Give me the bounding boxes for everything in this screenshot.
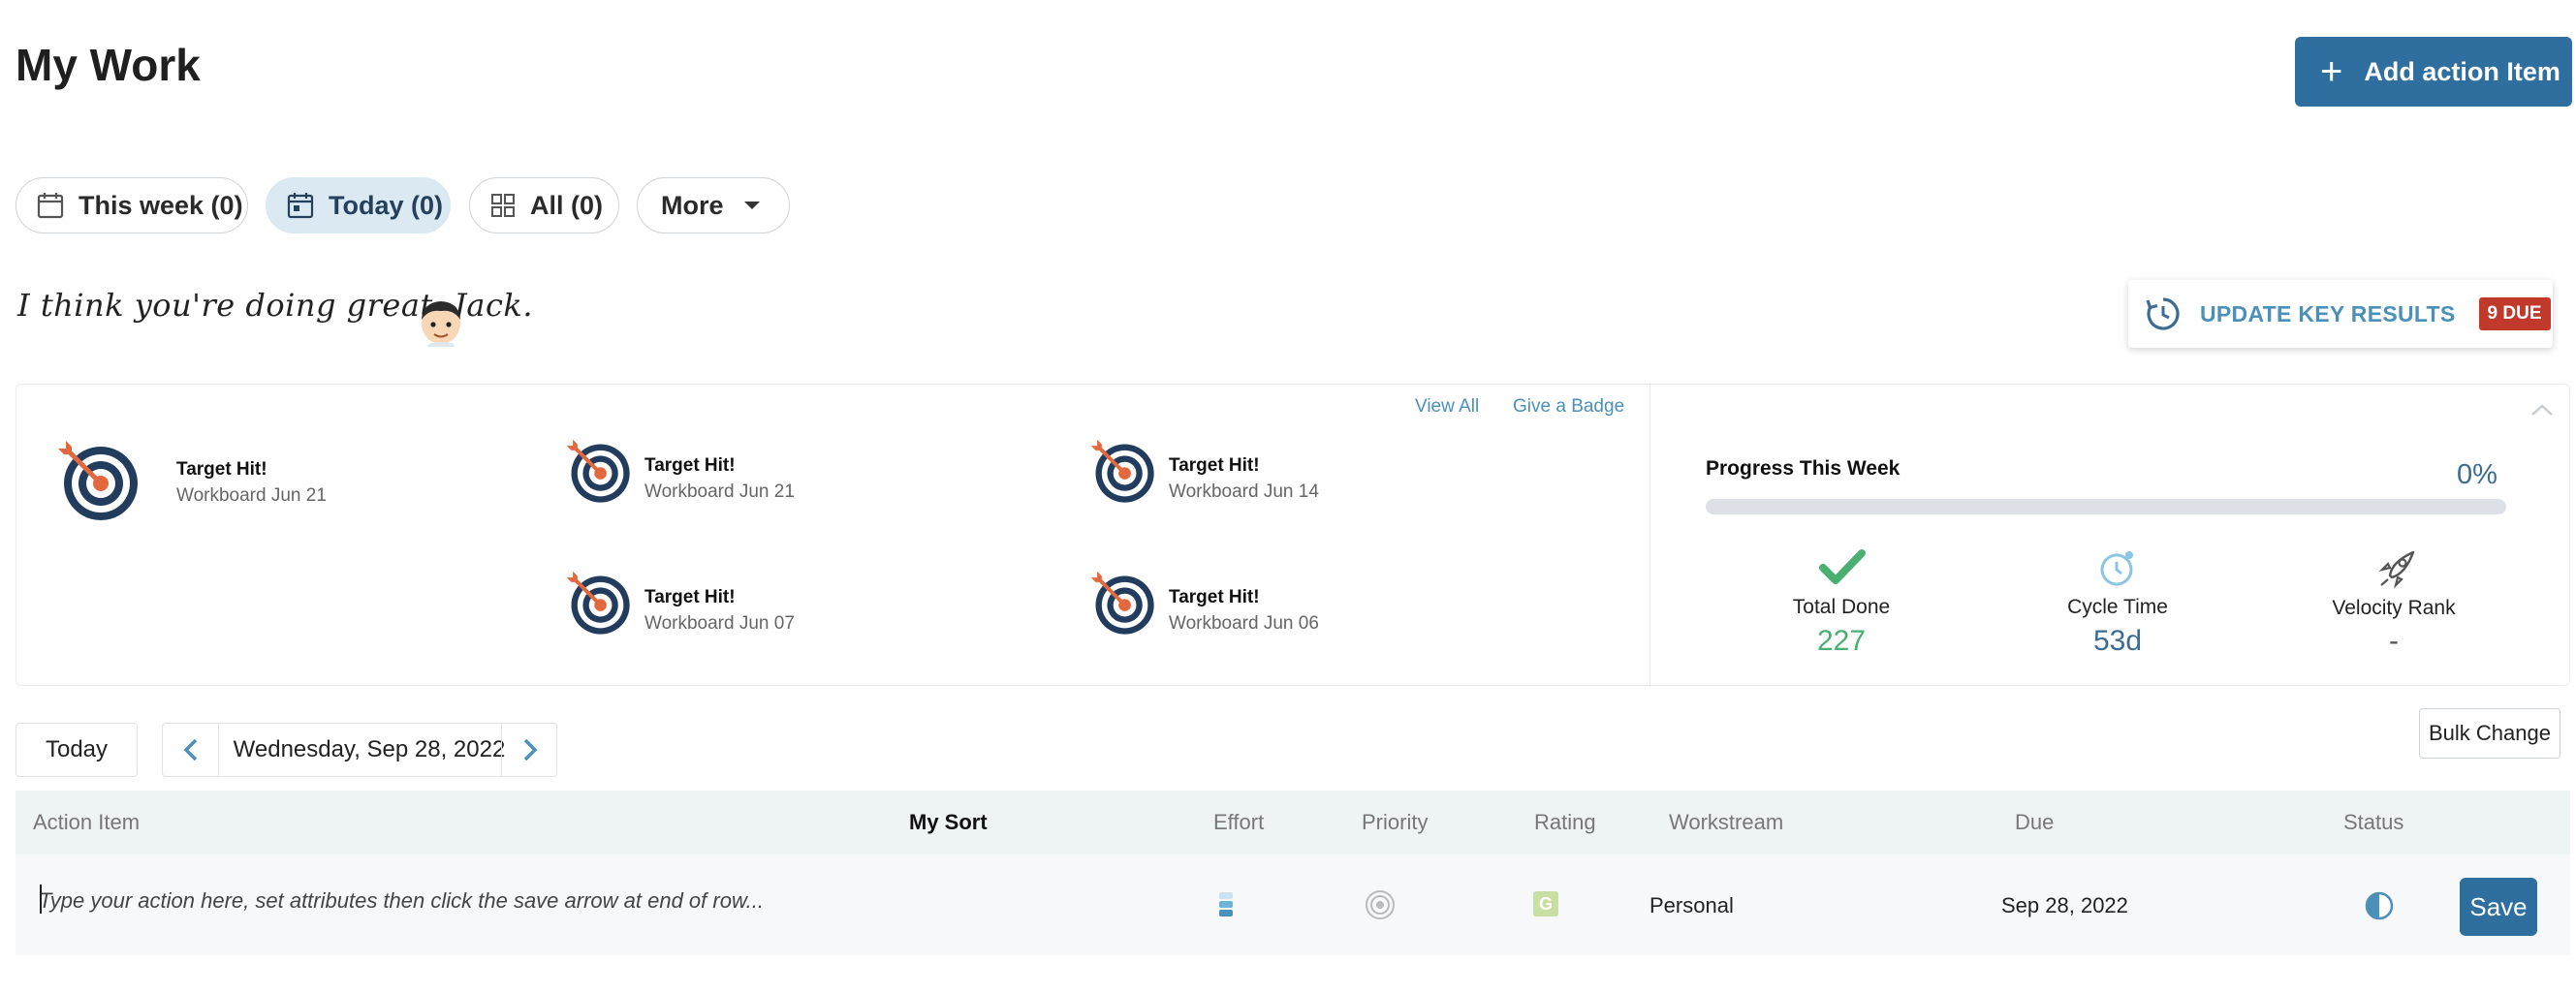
effort-icon[interactable]	[1218, 891, 1234, 918]
column-workstream[interactable]: Workstream	[1669, 810, 1783, 835]
update-key-results-label: UPDATE KEY RESULTS	[2200, 300, 2456, 326]
velocity-rank-value: -	[2389, 625, 2399, 657]
target-hit-icon	[58, 441, 138, 520]
column-rating[interactable]: Rating	[1534, 810, 1596, 835]
due-count-badge: 9 DUE	[2478, 297, 2551, 330]
table-header	[16, 791, 2570, 854]
badge-title: Target Hit!	[1169, 587, 1260, 607]
avatar	[422, 301, 460, 347]
refresh-clock-icon	[2146, 297, 2180, 330]
calendar-icon	[37, 193, 64, 219]
progress-label: Progress This Week	[1706, 457, 1901, 480]
target-hit-icon	[1090, 439, 1154, 503]
update-key-results-button[interactable]: UPDATE KEY RESULTS 9 DUE	[2128, 280, 2553, 348]
badge-subtitle: Workboard Jun 06	[1169, 613, 1319, 634]
filter-more-label: More	[661, 190, 724, 220]
target-hit-icon	[566, 571, 630, 635]
filter-all-label: All (0)	[530, 190, 604, 220]
save-button[interactable]: Save	[2460, 878, 2537, 936]
cycle-time-label: Cycle Time	[2067, 596, 2168, 618]
column-my-sort[interactable]: My Sort	[909, 810, 988, 835]
status-half-circle-icon[interactable]	[2365, 891, 2394, 920]
grid-icon	[491, 194, 515, 217]
column-status[interactable]: Status	[2343, 810, 2403, 835]
target-hit-icon	[1090, 571, 1154, 635]
filter-today-label: Today (0)	[329, 190, 444, 220]
bulk-change-button[interactable]: Bulk Change	[2419, 708, 2560, 759]
priority-icon[interactable]	[1365, 889, 1396, 920]
filter-this-week-label: This week (0)	[79, 190, 243, 220]
velocity-rank-label: Velocity Rank	[2332, 597, 2456, 619]
text-cursor	[40, 885, 42, 914]
badge-title: Target Hit!	[1169, 455, 1260, 476]
column-effort[interactable]: Effort	[1213, 810, 1264, 835]
target-hit-icon	[566, 439, 630, 503]
checkmark-icon	[1819, 549, 1866, 584]
badge-subtitle: Workboard Jun 07	[644, 613, 795, 634]
page-title: My Work	[16, 40, 201, 90]
add-action-item-label: Add action Item	[2364, 56, 2560, 86]
progress-bar	[1706, 499, 2506, 514]
give-badge-link[interactable]: Give a Badge	[1513, 396, 1624, 418]
view-all-link[interactable]: View All	[1415, 396, 1479, 418]
badge-subtitle: Workboard Jun 14	[1169, 481, 1319, 502]
total-done-value: 227	[1816, 625, 1867, 657]
total-done-label: Total Done	[1792, 596, 1891, 618]
badge-subtitle: Workboard Jun 21	[644, 481, 795, 502]
filter-all[interactable]: All (0)	[469, 177, 619, 233]
column-action-item[interactable]: Action Item	[33, 810, 140, 835]
badge-title: Target Hit!	[176, 459, 267, 480]
chevron-left-icon[interactable]	[182, 737, 200, 762]
date-navigator: Wednesday, Sep 28, 2022	[162, 723, 557, 777]
badge-title: Target Hit!	[644, 455, 736, 476]
workstream-value[interactable]: Personal	[1649, 893, 1734, 918]
calendar-day-icon	[287, 193, 314, 219]
caret-down-icon	[743, 202, 760, 209]
progress-percent: 0%	[2457, 459, 2497, 490]
filter-this-week[interactable]: This week (0)	[16, 177, 248, 233]
filter-today[interactable]: Today (0)	[266, 177, 451, 233]
add-action-item-button[interactable]: + Add action Item	[2295, 37, 2572, 107]
plus-icon: +	[2320, 50, 2343, 93]
badge-title: Target Hit!	[644, 587, 736, 607]
selected-date[interactable]: Wednesday, Sep 28, 2022	[234, 724, 506, 776]
panel-divider	[1649, 384, 1650, 686]
today-button[interactable]: Today	[16, 723, 138, 777]
cycle-time-value: 53d	[2092, 625, 2143, 657]
rating-badge[interactable]: G	[1533, 891, 1558, 916]
badge-subtitle: Workboard Jun 21	[176, 485, 327, 506]
clock-icon	[2100, 551, 2133, 586]
chevron-right-icon[interactable]	[521, 737, 539, 762]
filter-more[interactable]: More	[637, 177, 790, 233]
column-due[interactable]: Due	[2015, 810, 2054, 835]
collapse-chevron-icon[interactable]	[2529, 401, 2555, 419]
column-priority[interactable]: Priority	[1362, 810, 1428, 835]
action-item-input[interactable]	[39, 884, 1105, 918]
due-date-value[interactable]: Sep 28, 2022	[2001, 893, 2128, 918]
rocket-icon	[2378, 550, 2415, 589]
